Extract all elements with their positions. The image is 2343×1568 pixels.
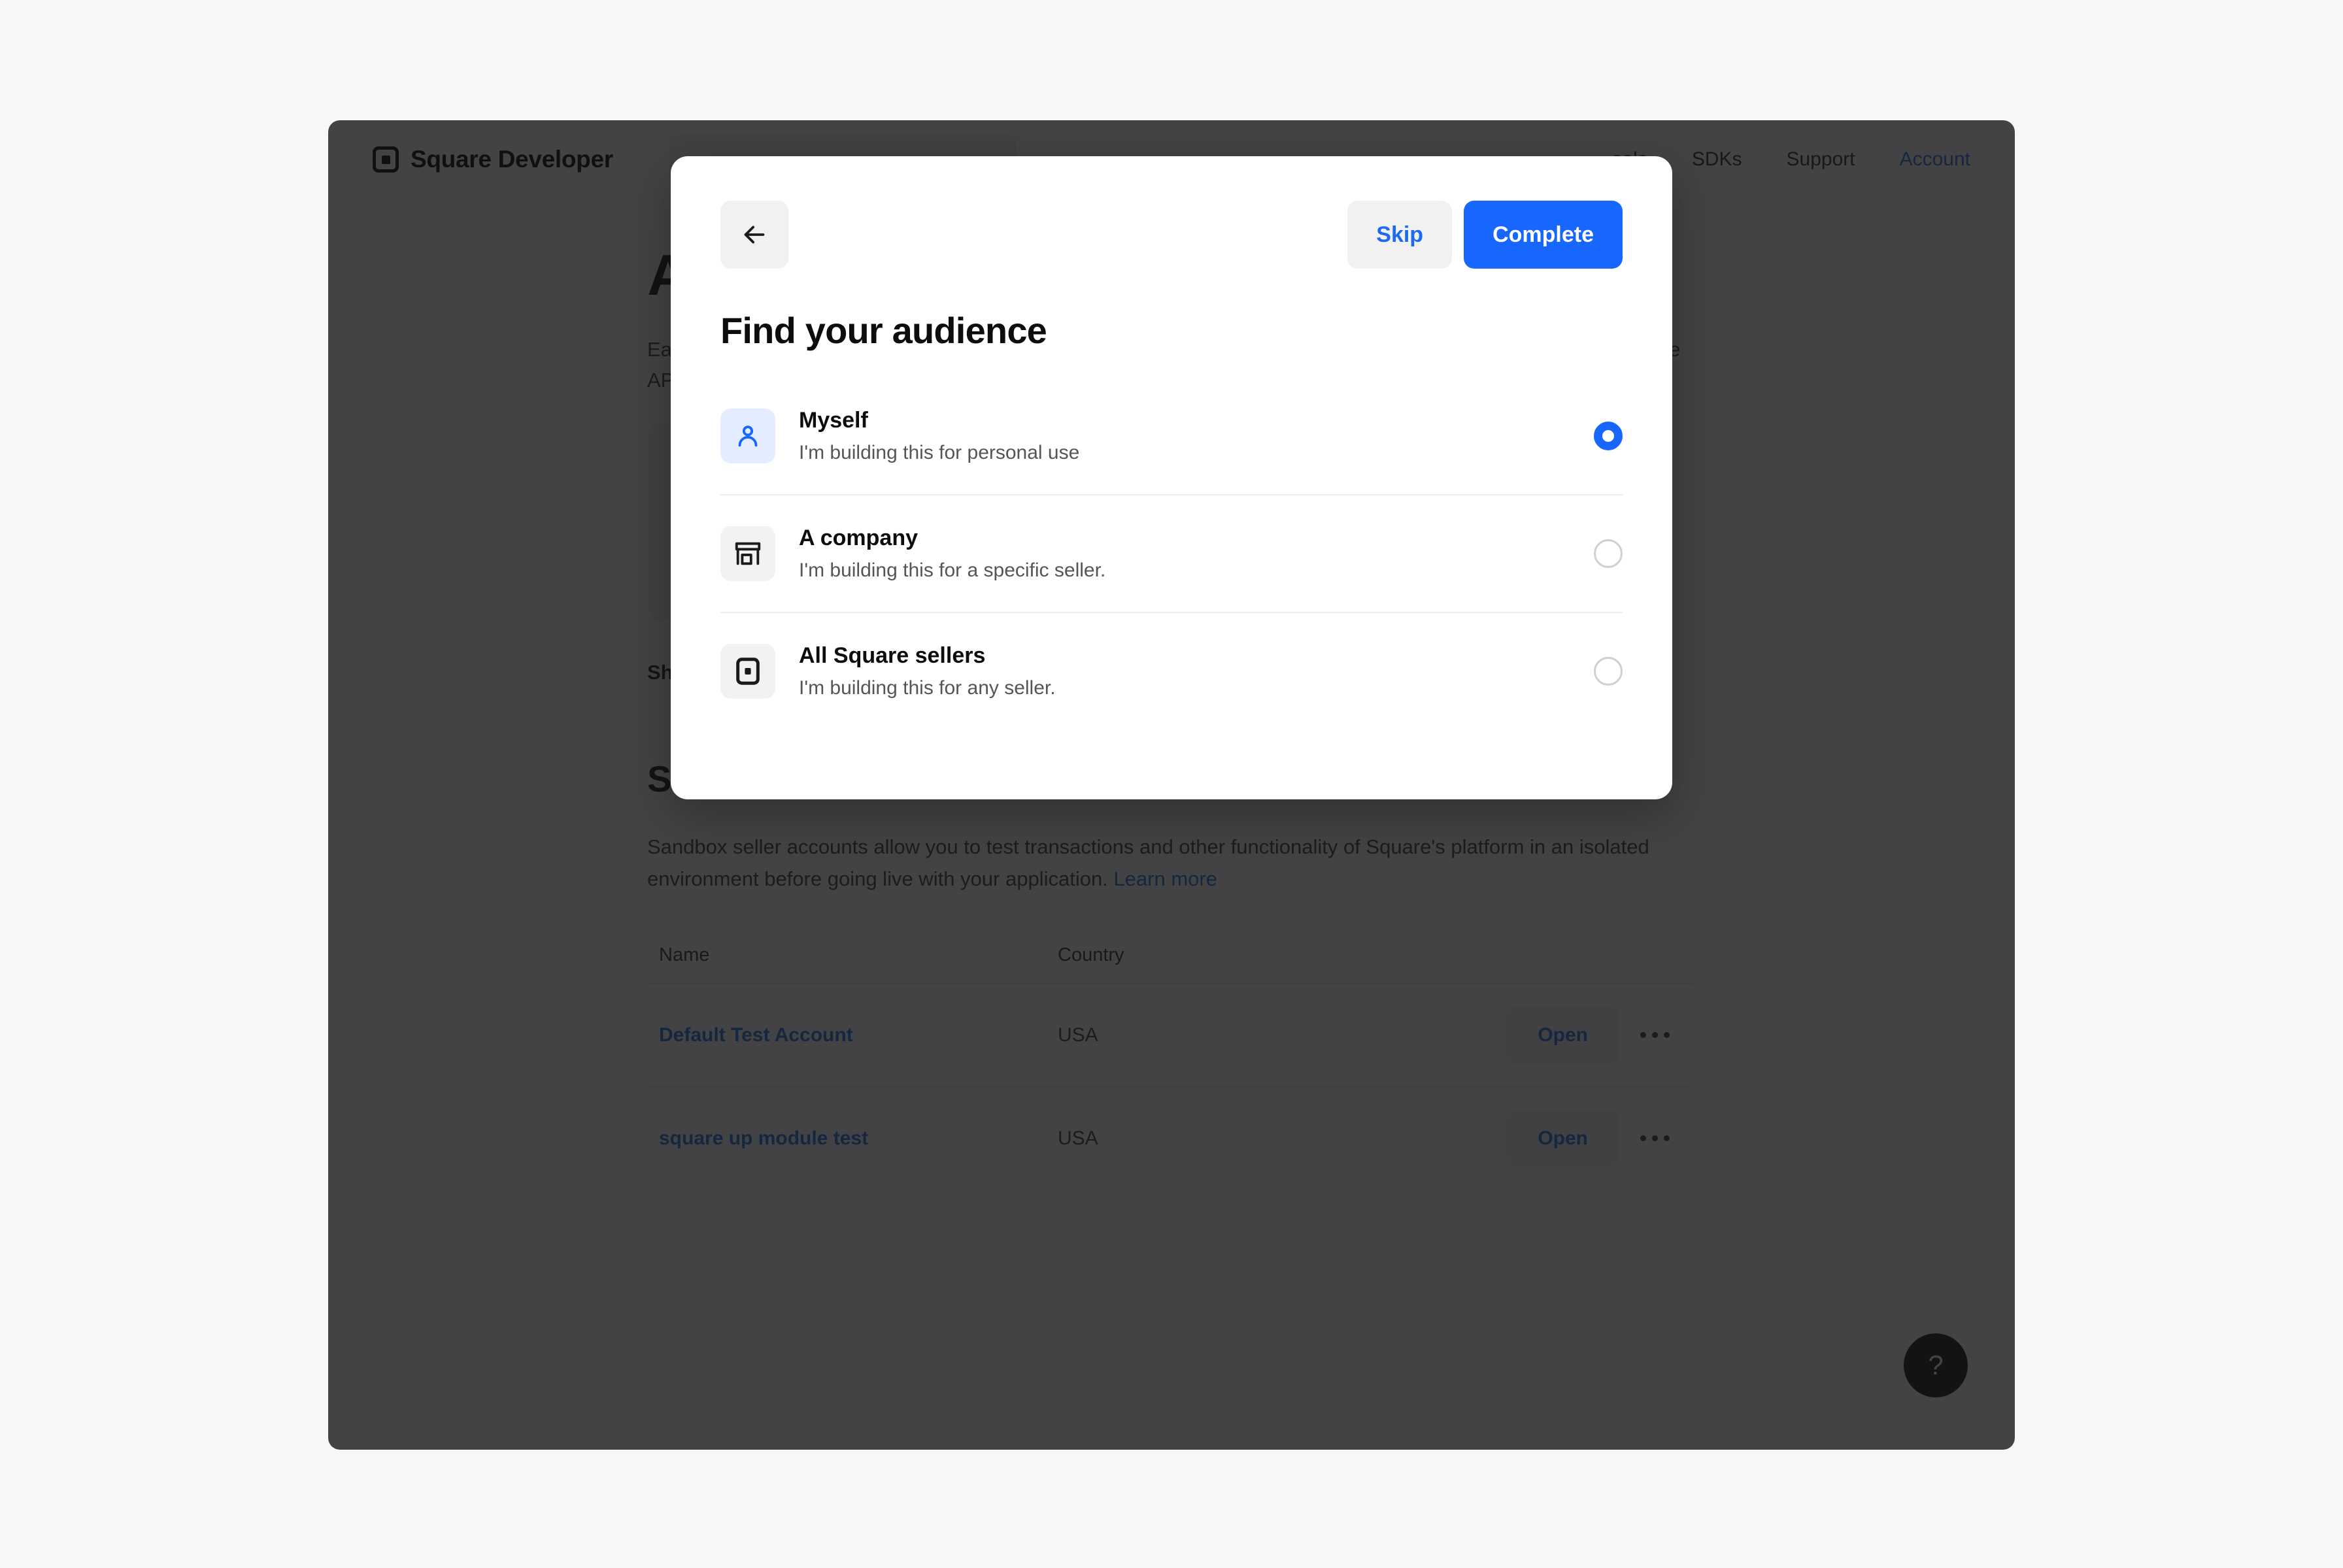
option-title: All Square sellers (799, 642, 986, 668)
audience-options-list: Myself I'm building this for personal us… (720, 378, 1623, 729)
option-subtitle: I'm building this for any seller. (799, 677, 1056, 699)
storefront-icon-tile (720, 526, 775, 581)
modal-title: Find your audience (720, 310, 1047, 351)
radio-myself[interactable] (1594, 422, 1623, 450)
radio-all-square-sellers[interactable] (1594, 657, 1623, 686)
square-logo-icon (736, 658, 760, 685)
option-title: A company (799, 525, 919, 550)
screen: Square Developer ools SDKs Support Accou… (0, 0, 2343, 1568)
find-audience-modal: Skip Complete Find your audience Myself … (671, 156, 1672, 799)
back-button[interactable] (720, 201, 788, 269)
option-subtitle: I'm building this for personal use (799, 442, 1080, 464)
option-all-square-sellers[interactable]: All Square sellers I'm building this for… (720, 613, 1623, 729)
storefront-icon (735, 542, 761, 565)
radio-a-company[interactable] (1594, 539, 1623, 568)
option-a-company[interactable]: A company I'm building this for a specif… (720, 495, 1623, 613)
modal-actions: Skip Complete (1347, 201, 1623, 269)
person-icon-tile (720, 409, 775, 463)
arrow-left-icon (744, 225, 765, 244)
option-subtitle: I'm building this for a specific seller. (799, 559, 1106, 582)
skip-button[interactable]: Skip (1347, 201, 1453, 269)
option-myself[interactable]: Myself I'm building this for personal us… (720, 378, 1623, 495)
option-title: Myself (799, 407, 868, 433)
modal-header: Skip Complete (720, 201, 1623, 269)
complete-button[interactable]: Complete (1464, 201, 1623, 269)
person-icon (738, 425, 758, 447)
square-logo-icon-tile (720, 644, 775, 699)
